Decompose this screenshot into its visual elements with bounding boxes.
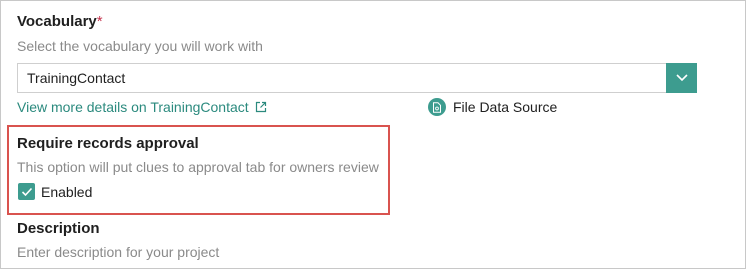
vocabulary-dropdown-button[interactable]	[666, 63, 697, 93]
project-settings-panel: Vocabulary* Select the vocabulary you wi…	[0, 0, 746, 269]
view-details-link[interactable]: View more details on TrainingContact	[17, 99, 267, 115]
approval-helper: This option will put clues to approval t…	[17, 159, 379, 175]
view-details-link-label: View more details on TrainingContact	[17, 99, 249, 115]
vocabulary-title: Vocabulary	[17, 13, 97, 30]
description-placeholder[interactable]: Enter description for your project	[17, 244, 219, 260]
file-data-source: File Data Source	[428, 98, 557, 116]
approval-enabled-label: Enabled	[41, 183, 93, 200]
vocabulary-select-value: TrainingContact	[27, 70, 126, 86]
vocabulary-select[interactable]: TrainingContact	[17, 63, 697, 93]
chevron-down-icon	[675, 74, 688, 82]
approval-enabled-checkbox[interactable]: Enabled	[18, 183, 92, 200]
description-title: Description	[17, 220, 100, 237]
external-link-icon	[255, 101, 266, 113]
approval-title: Require records approval	[17, 135, 199, 152]
required-mark: *	[96, 13, 103, 30]
file-data-source-label: File Data Source	[453, 99, 558, 115]
vocabulary-heading: Vocabulary*	[17, 13, 103, 30]
vocabulary-helper: Select the vocabulary you will work with	[17, 38, 263, 54]
checkbox-checked-icon[interactable]	[18, 183, 35, 200]
file-data-source-icon	[428, 98, 446, 116]
